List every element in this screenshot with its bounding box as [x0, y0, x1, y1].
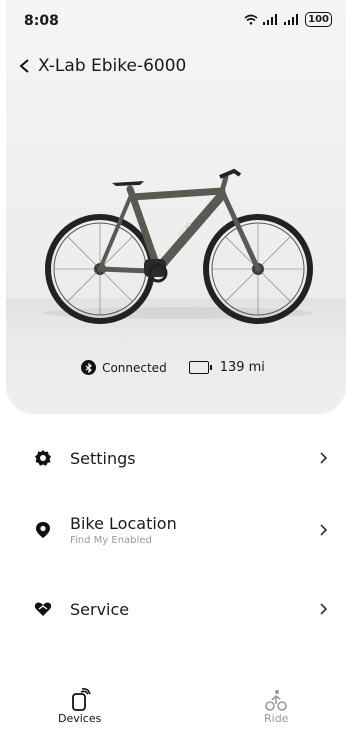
menu-item-label: Settings — [70, 448, 136, 468]
menu-item-label: Bike Location — [70, 514, 177, 533]
cyclist-icon — [265, 690, 288, 711]
status-time: 8:08 — [24, 13, 59, 29]
chevron-right-icon — [320, 452, 328, 464]
range-value: 139 mi — [219, 360, 265, 375]
back-arrow-icon[interactable] — [18, 58, 30, 74]
connection-status: Connected 139 mi — [0, 360, 346, 375]
handlebar — [219, 168, 242, 179]
chevron-right-icon — [320, 603, 328, 615]
chevron-right-icon — [320, 524, 328, 536]
menu-item-service[interactable]: Service — [0, 579, 346, 639]
tab-ride[interactable]: Ride — [264, 688, 288, 725]
battery-icon — [188, 361, 212, 374]
header: X-Lab Ebike-6000 — [18, 56, 186, 76]
gear-icon — [35, 450, 51, 466]
wifi-icon — [244, 14, 258, 25]
heart-wrench-icon — [34, 602, 52, 616]
location-pin-icon — [36, 522, 50, 538]
menu-item-settings[interactable]: Settings — [0, 428, 346, 488]
system-icons: 100 — [244, 12, 332, 27]
status-bar: 8:08 100 — [0, 0, 346, 44]
menu-item-sublabel: Find My Enabled — [70, 535, 152, 546]
page-title: X-Lab Ebike-6000 — [38, 56, 187, 76]
tab-devices[interactable]: Devices — [58, 688, 101, 725]
tab-label: Devices — [58, 712, 102, 725]
tab-bar: Devices Ride — [0, 680, 346, 746]
menu-item-bike-location[interactable]: Bike Location Find My Enabled — [0, 500, 346, 560]
tab-label: Ride — [264, 712, 289, 725]
signal-icon — [263, 14, 278, 25]
signal-icon-2 — [284, 14, 299, 25]
saddle — [112, 181, 144, 186]
status-battery: 100 — [305, 12, 332, 27]
connection-label: Connected — [102, 360, 167, 375]
device-icon — [71, 688, 91, 711]
menu-item-label: Service — [70, 599, 130, 619]
bluetooth-icon — [81, 360, 97, 375]
bike-image: X-LAB — [43, 168, 313, 324]
